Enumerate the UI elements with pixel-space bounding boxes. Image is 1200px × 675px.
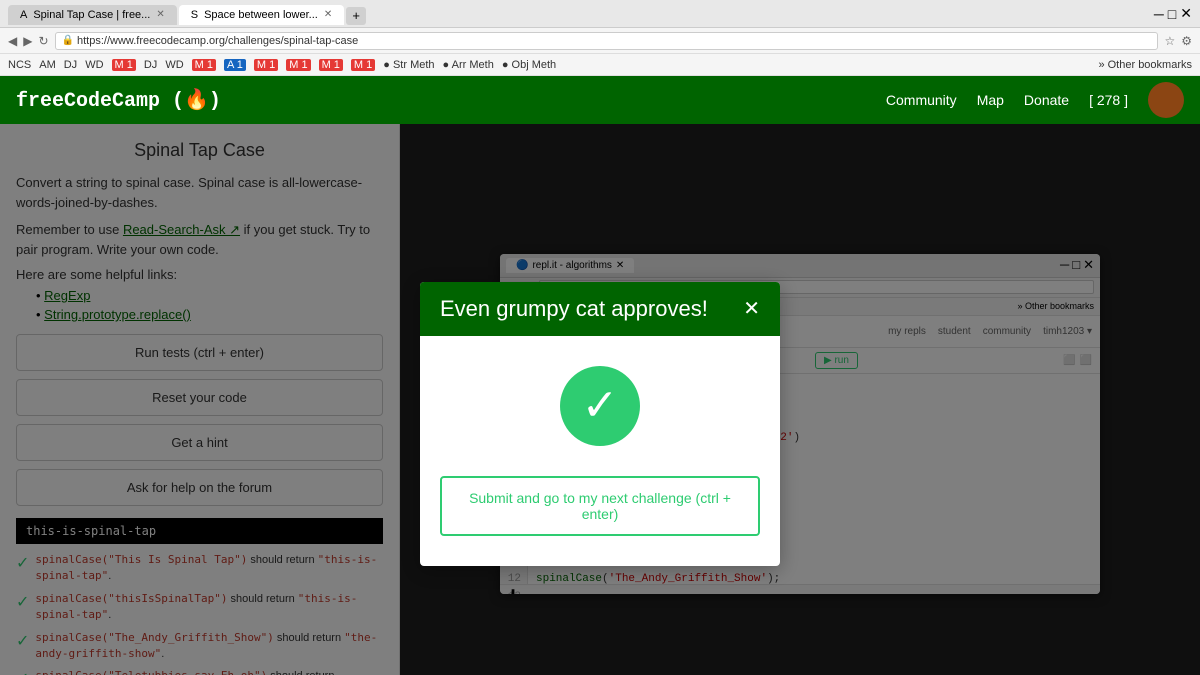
other-bookmarks[interactable]: » Other bookmarks <box>1098 59 1192 71</box>
modal-close-btn[interactable]: ✕ <box>743 296 760 321</box>
nav-score: [ 278 ] <box>1089 92 1128 108</box>
nav-donate[interactable]: Donate <box>1024 92 1069 108</box>
forward-btn[interactable]: ▶ <box>23 34 32 48</box>
tab-close-active-btn[interactable]: ✕ <box>324 9 332 20</box>
tab-label-active: Space between lower... <box>204 9 318 21</box>
extensions-icon[interactable]: ⚙ <box>1181 34 1192 48</box>
bookmark-ncs[interactable]: NCS <box>8 59 31 71</box>
new-tab-btn[interactable]: + <box>346 7 366 25</box>
user-avatar[interactable] <box>1148 82 1184 118</box>
bookmark-star-icon[interactable]: ☆ <box>1164 34 1175 48</box>
url-bar[interactable]: 🔒 https://www.freecodecamp.org/challenge… <box>55 32 1159 50</box>
checkmark-icon: ✓ <box>582 384 619 428</box>
fcc-nav: Community Map Donate [ 278 ] <box>886 82 1184 118</box>
tab-favicon: A <box>20 9 27 21</box>
close-btn[interactable]: ✕ <box>1180 5 1192 22</box>
tab-label: Spinal Tap Case | free... <box>33 9 150 21</box>
modal-title: Even grumpy cat approves! <box>440 296 708 322</box>
fcc-logo: freeCodeCamp (🔥) <box>16 87 221 113</box>
bookmark-dj2[interactable]: DJ <box>144 59 157 71</box>
bookmark-m5[interactable]: M 1 <box>319 59 343 71</box>
bookmarks-bar: NCS AM DJ WD M 1 DJ WD M 1 A 1 M 1 M 1 M… <box>0 54 1200 76</box>
url-text: https://www.freecodecamp.org/challenges/… <box>77 35 358 47</box>
nav-community[interactable]: Community <box>886 92 957 108</box>
bookmark-m6[interactable]: M 1 <box>351 59 375 71</box>
bookmark-m3[interactable]: M 1 <box>254 59 278 71</box>
bookmark-wd[interactable]: WD <box>85 59 103 71</box>
bookmark-am[interactable]: AM <box>39 59 56 71</box>
modal-overlay: Even grumpy cat approves! ✕ ✓ Submit and… <box>0 124 1200 675</box>
check-circle: ✓ <box>560 366 640 446</box>
bookmark-a1[interactable]: A 1 <box>224 59 246 71</box>
tab-active[interactable]: S Space between lower... ✕ <box>179 5 344 25</box>
page-wrapper: A Spinal Tap Case | free... ✕ S Space be… <box>0 0 1200 675</box>
bookmark-arr-meth[interactable]: ● Arr Meth <box>443 59 494 71</box>
bookmark-dj[interactable]: DJ <box>64 59 77 71</box>
tab-bar: A Spinal Tap Case | free... ✕ S Space be… <box>8 3 366 25</box>
secure-icon: 🔒 <box>62 35 74 46</box>
tab-favicon-active: S <box>191 9 198 21</box>
bookmark-str-meth[interactable]: ● Str Meth <box>383 59 434 71</box>
browser-chrome: A Spinal Tap Case | free... ✕ S Space be… <box>0 0 1200 28</box>
bookmark-wd2[interactable]: WD <box>165 59 183 71</box>
back-btn[interactable]: ◀ <box>8 34 17 48</box>
success-modal: Even grumpy cat approves! ✕ ✓ Submit and… <box>420 282 780 566</box>
tab-close-btn[interactable]: ✕ <box>156 9 164 20</box>
modal-body: ✓ Submit and go to my next challenge (ct… <box>420 336 780 566</box>
fcc-page: Spinal Tap Case Convert a string to spin… <box>0 124 1200 675</box>
bookmark-m1[interactable]: M 1 <box>112 59 136 71</box>
maximize-btn[interactable]: □ <box>1168 6 1176 22</box>
bookmark-m2[interactable]: M 1 <box>192 59 216 71</box>
modal-header: Even grumpy cat approves! ✕ <box>420 282 780 336</box>
submit-next-btn[interactable]: Submit and go to my next challenge (ctrl… <box>440 476 760 536</box>
bookmark-obj-meth[interactable]: ● Obj Meth <box>502 59 556 71</box>
tab-inactive[interactable]: A Spinal Tap Case | free... ✕ <box>8 5 177 25</box>
minimize-btn[interactable]: ─ <box>1154 6 1164 22</box>
bookmark-m4[interactable]: M 1 <box>286 59 310 71</box>
fcc-header: freeCodeCamp (🔥) Community Map Donate [ … <box>0 76 1200 124</box>
reload-btn[interactable]: ↻ <box>38 34 48 48</box>
nav-map[interactable]: Map <box>977 92 1004 108</box>
nav-bar: ◀ ▶ ↻ 🔒 https://www.freecodecamp.org/cha… <box>0 28 1200 54</box>
